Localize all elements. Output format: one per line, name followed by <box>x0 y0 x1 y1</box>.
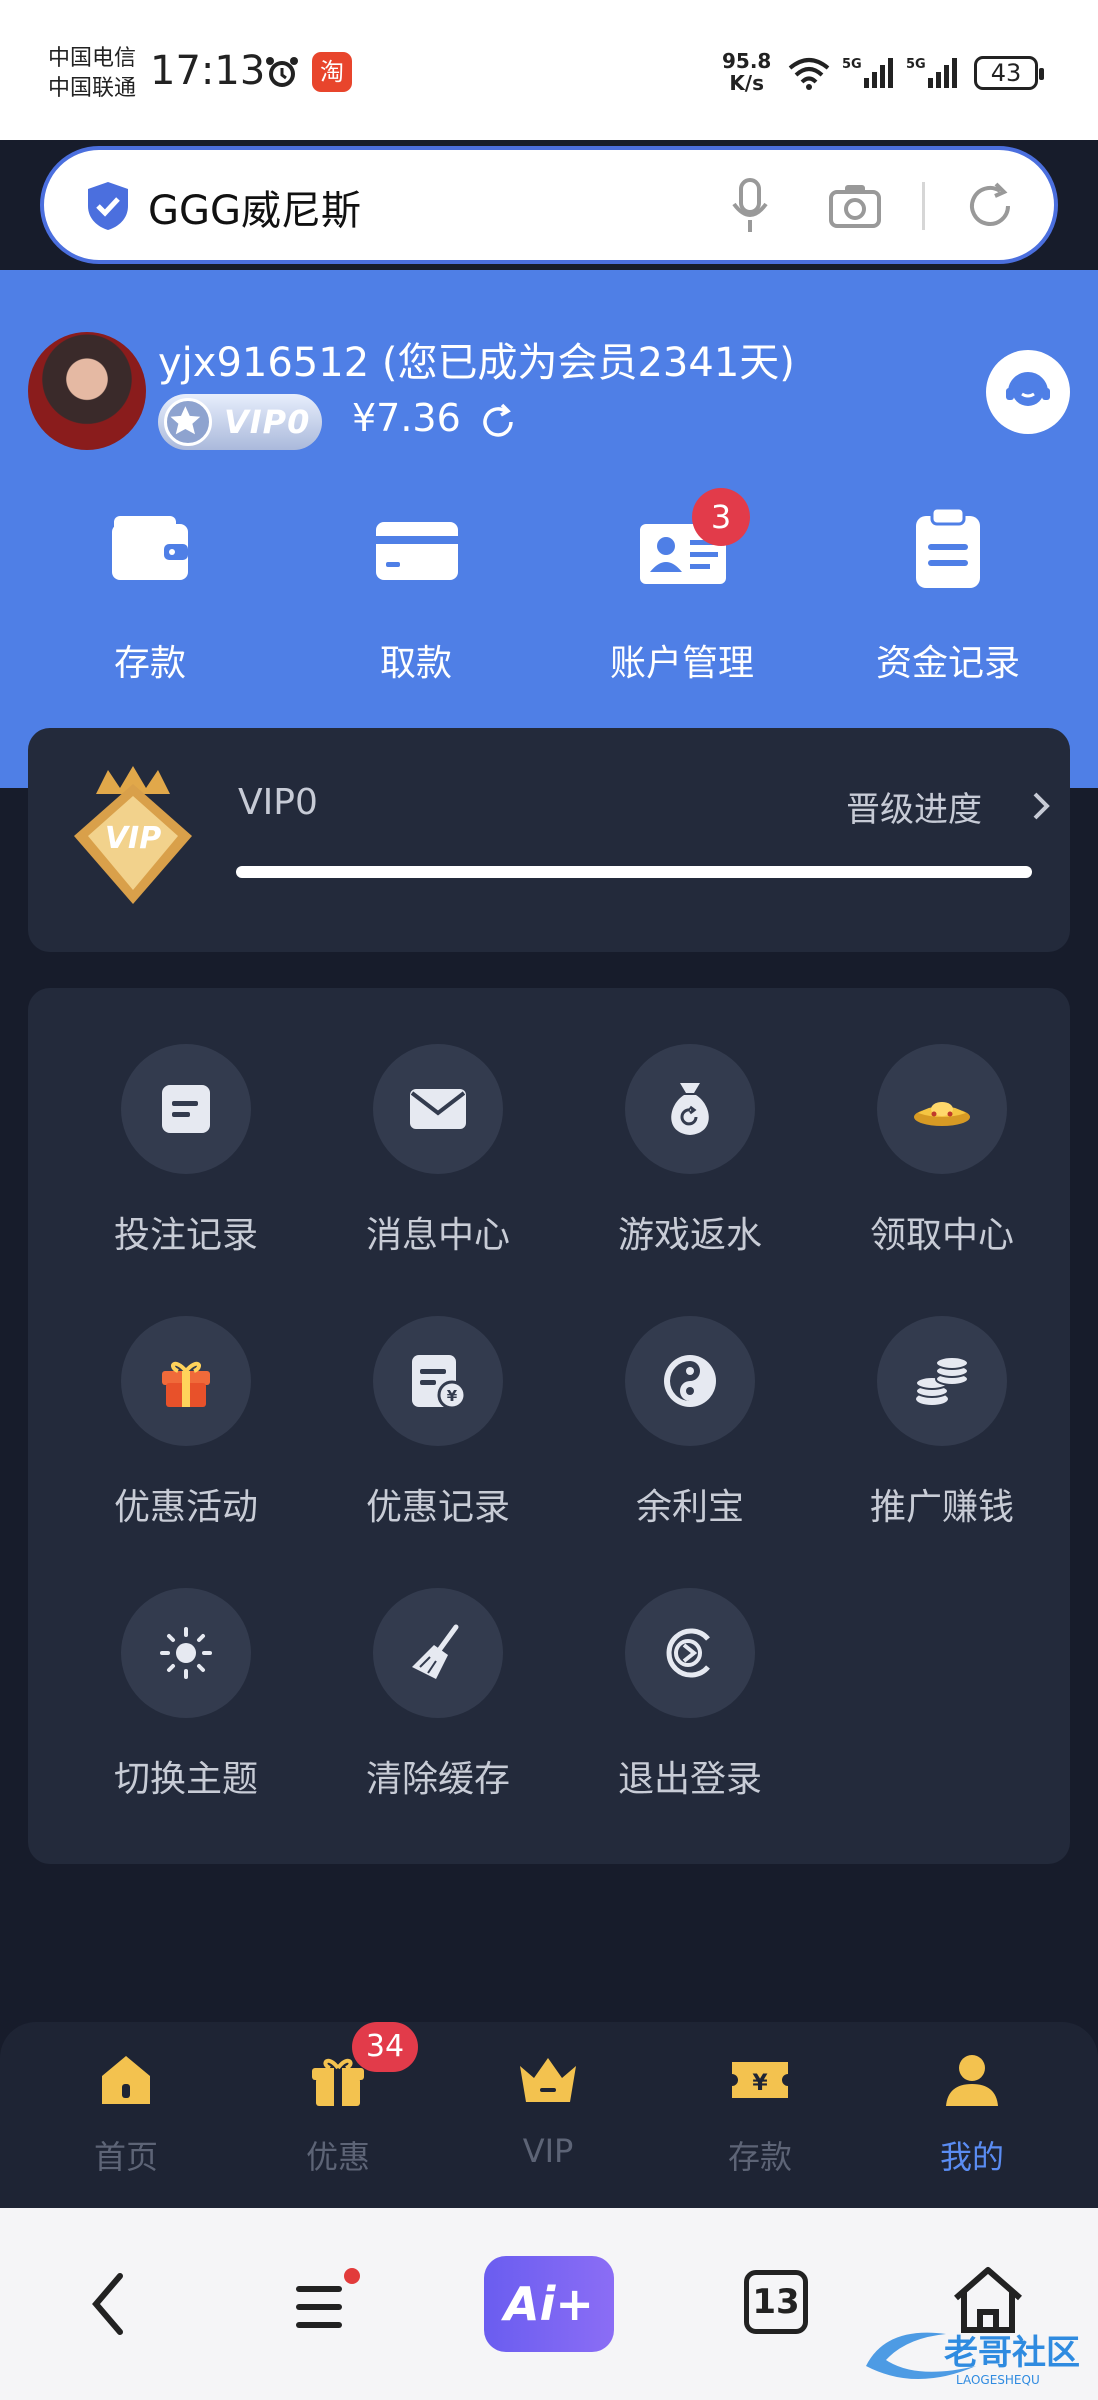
clock: 17:13 <box>150 48 266 94</box>
menu-game-rebate[interactable]: 游戏返水 <box>564 1044 816 1258</box>
ai-assistant-button[interactable]: Ai+ <box>484 2256 614 2352</box>
svg-text:5G: 5G <box>906 57 926 72</box>
svg-text:老哥社区: 老哥社区 <box>944 2333 1080 2373</box>
tab-deposit[interactable]: ¥ 存款 <box>660 2048 860 2178</box>
clipboard-icon <box>900 500 996 596</box>
svg-text:5G: 5G <box>842 57 862 72</box>
watermark-logo: 老哥社区 LAOGESHEQU <box>866 2332 1080 2387</box>
balance-amount: ¥7.36 <box>352 396 461 440</box>
money-bag-icon <box>671 1083 709 1135</box>
menu-clear-cache[interactable]: 清除缓存 <box>312 1588 564 1802</box>
ticket-icon: ¥ <box>732 2062 788 2098</box>
divider <box>922 182 925 230</box>
withdraw-button[interactable]: 取款 <box>316 500 516 686</box>
yen-document-icon: ¥ <box>412 1355 467 1410</box>
tab-offers[interactable]: 34 优惠 <box>238 2022 438 2178</box>
account-management-button[interactable]: 3 账户管理 <box>582 488 782 686</box>
taobao-app-icon: 淘 <box>312 52 352 92</box>
tab-home[interactable]: 首页 <box>26 2048 226 2178</box>
signal-5g-2-icon: 5G <box>906 57 957 88</box>
bet-record-icon <box>162 1085 210 1133</box>
carrier-info: 中国电信 中国联通 <box>48 44 136 104</box>
camera-icon[interactable] <box>828 182 882 230</box>
menu-promo-records[interactable]: ¥ 优惠记录 <box>312 1316 564 1530</box>
shield-icon <box>88 182 128 230</box>
menu-referral[interactable]: 推广赚钱 <box>816 1316 1068 1530</box>
back-icon[interactable] <box>88 2268 128 2340</box>
menu-claim-center[interactable]: 领取中心 <box>816 1044 1068 1258</box>
carrier-2: 中国联通 <box>48 76 137 101</box>
crown-icon <box>520 2058 576 2102</box>
tab-vip[interactable]: VIP <box>448 2048 648 2170</box>
menu-icon[interactable] <box>292 2266 364 2336</box>
account-badge: 3 <box>692 488 750 546</box>
avatar[interactable] <box>28 332 146 450</box>
reload-icon[interactable] <box>964 180 1016 232</box>
vip-level-label: VIP0 <box>238 782 318 823</box>
sun-icon <box>160 1627 212 1679</box>
username-label: yjx916512 (您已成为会员2341天) <box>158 340 795 386</box>
coin-stack-icon <box>915 1356 969 1405</box>
star-icon <box>164 398 212 446</box>
carrier-1: 中国电信 <box>48 46 137 71</box>
broom-icon <box>412 1624 459 1679</box>
offers-badge: 34 <box>352 2022 418 2072</box>
search-query[interactable]: GGG威尼斯 <box>148 178 361 236</box>
home-icon <box>102 2056 150 2104</box>
network-speed: 95.8 K/s <box>722 49 772 95</box>
alarm-icon <box>266 57 298 87</box>
card-icon <box>368 500 464 596</box>
customer-service-button[interactable] <box>986 350 1070 434</box>
envelope-icon <box>410 1089 466 1129</box>
vip-badge-label: VIP0 <box>224 403 311 441</box>
refresh-balance-icon[interactable] <box>478 402 518 442</box>
microphone-icon[interactable] <box>728 176 772 236</box>
svg-text:LAOGESHEQU: LAOGESHEQU <box>956 2373 1040 2387</box>
feature-menu-card: 投注记录 消息中心 游戏返水 领取中心 优惠活动 ¥ 优惠记录 余利宝 推广赚钱… <box>28 988 1070 1864</box>
browser-address-bar[interactable]: GGG威尼斯 <box>40 146 1058 264</box>
gift-box-icon <box>162 1361 210 1407</box>
user-icon <box>946 2055 998 2106</box>
signal-5g-1-icon: 5G <box>842 57 893 88</box>
headset-icon <box>1006 372 1050 406</box>
fund-records-button[interactable]: 资金记录 <box>848 500 1048 686</box>
menu-switch-theme[interactable]: 切换主题 <box>60 1588 312 1802</box>
menu-logout[interactable]: 退出登录 <box>564 1588 816 1802</box>
wallet-icon <box>102 500 198 596</box>
vip-crest-icon: VIP <box>74 766 192 904</box>
status-bar: 中国电信 中国联通 17:13 淘 95.8 K/s 5G 5G 43 <box>0 0 1098 140</box>
menu-promotions[interactable]: 优惠活动 <box>60 1316 312 1530</box>
menu-bet-records[interactable]: 投注记录 <box>60 1044 312 1258</box>
menu-yulibao[interactable]: 余利宝 <box>564 1316 816 1530</box>
battery-indicator: 43 <box>974 56 1044 90</box>
yin-yang-icon <box>664 1355 716 1407</box>
tabs-count-button[interactable]: 13 <box>744 2270 808 2334</box>
svg-text:¥: ¥ <box>752 2071 768 2096</box>
vip-crest-text: VIP <box>105 821 161 856</box>
svg-text:¥: ¥ <box>447 1387 458 1405</box>
deposit-button[interactable]: 存款 <box>50 500 250 686</box>
chevron-right-icon[interactable] <box>1030 790 1052 822</box>
logout-icon <box>666 1628 710 1678</box>
upgrade-progress-link[interactable]: 晋级进度 <box>846 782 982 831</box>
vip-badge: VIP0 <box>158 394 322 450</box>
id-card-icon: 3 <box>634 488 750 596</box>
gold-ingot-icon <box>914 1102 970 1126</box>
vip-progress-card[interactable]: VIP VIP0 晋级进度 <box>28 728 1070 952</box>
vip-progress-bar <box>236 866 1032 878</box>
menu-messages[interactable]: 消息中心 <box>312 1044 564 1258</box>
tab-mine[interactable]: 我的 <box>872 2048 1072 2178</box>
wifi-icon <box>788 58 830 90</box>
